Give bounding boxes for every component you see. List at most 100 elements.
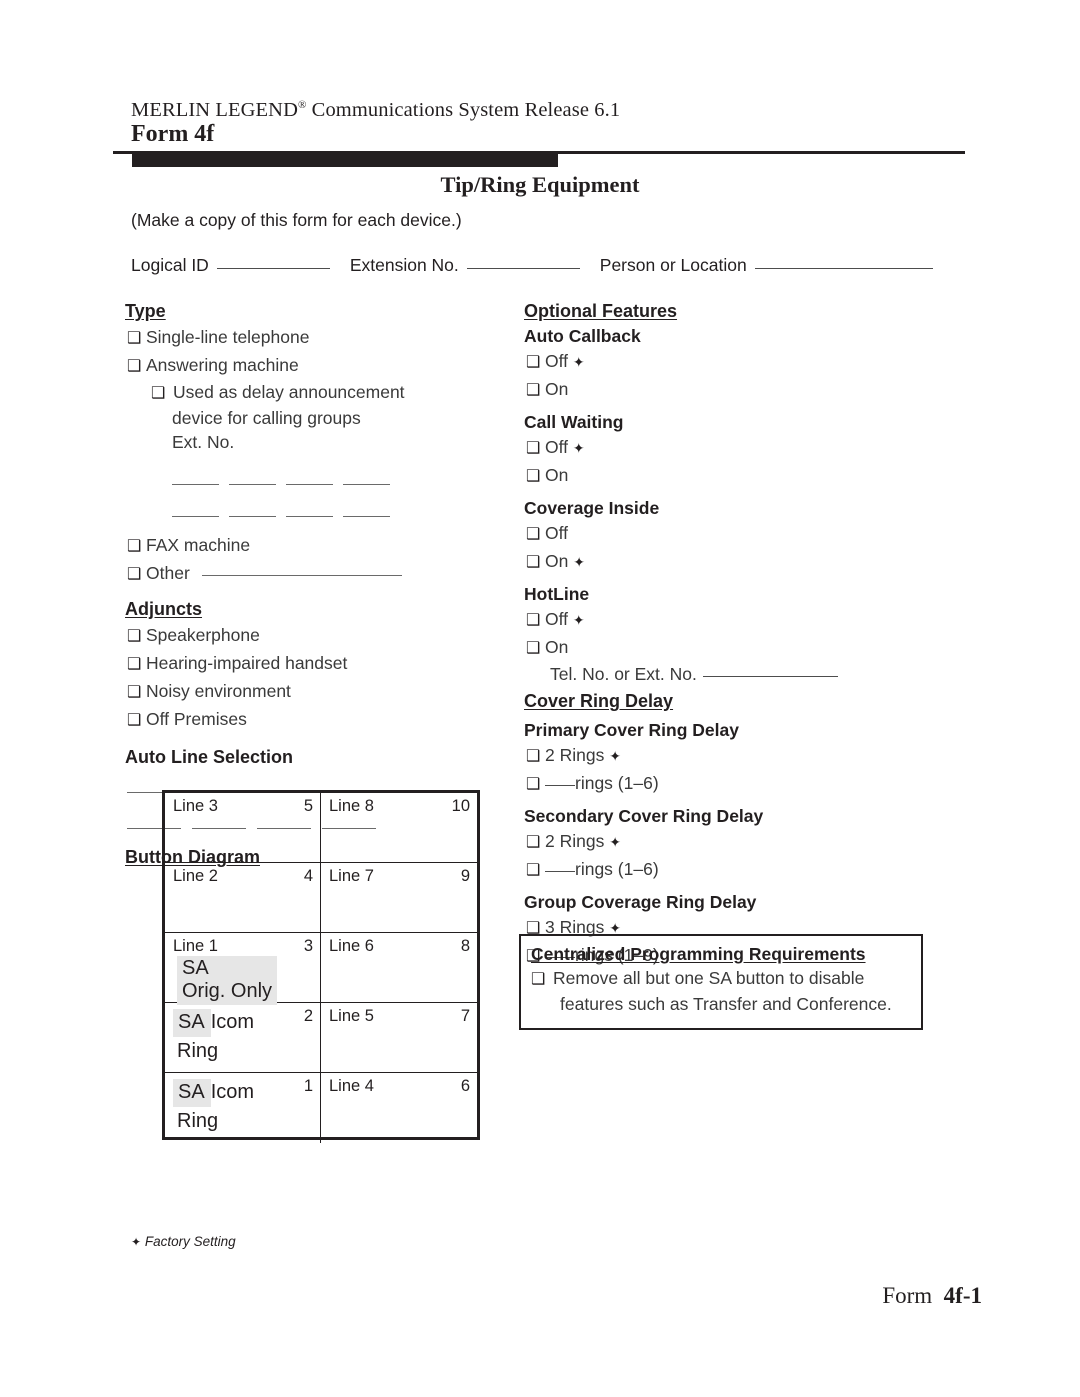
checkbox-icon[interactable]: ❑	[151, 381, 173, 406]
checkbox-row-delay-announcement[interactable]: ❑ Used as delay announcement	[151, 380, 525, 406]
call-waiting-heading: Call Waiting	[524, 412, 624, 432]
ext-no-blank-row-1	[172, 470, 525, 492]
button-cell-3-sa-orig-only[interactable]: Line 1 3 SA Orig. Only	[165, 933, 321, 1005]
button-diagram-table: Line 3 5 Line 8 10 Line 2 4 Line 7 9 Lin…	[162, 790, 480, 1143]
button-cell-1-sa-icom-ring[interactable]: 1 SA Icom Ring	[165, 1073, 321, 1143]
option-label: rings (1–6)	[575, 859, 659, 879]
checkbox-icon[interactable]: ❑	[526, 830, 545, 856]
button-cell-5[interactable]: Line 3 5	[165, 793, 321, 862]
factory-setting-icon: ✦	[572, 612, 585, 628]
system-release-rest: Communications System Release 6.1	[306, 99, 621, 121]
centralized-programming-heading: Centralized Programming Requirements	[531, 944, 866, 964]
button-cell-8[interactable]: Line 6 8	[321, 933, 477, 1002]
checkbox-row-secondary-custom-rings[interactable]: ❑ rings (1–6)	[526, 856, 944, 884]
checkbox-row-noisy-environment[interactable]: ❑ Noisy environment	[127, 678, 525, 706]
option-label: Other	[146, 563, 190, 583]
button-number: 3	[303, 937, 313, 955]
checkbox-icon[interactable]: ❑	[127, 562, 146, 588]
sa-badge: SA	[173, 1079, 211, 1107]
ext-no-blank[interactable]	[172, 484, 219, 485]
checkbox-icon[interactable]: ❑	[127, 354, 146, 380]
auto-callback-heading: Auto Callback	[524, 326, 641, 346]
ext-no-blank-row-2	[172, 502, 525, 524]
factory-setting-icon: ✦	[572, 440, 585, 456]
checkbox-icon[interactable]: ❑	[526, 858, 545, 884]
button-cell-7[interactable]: Line 5 7	[321, 1003, 477, 1072]
extension-no-input[interactable]	[466, 268, 580, 269]
button-cell-4[interactable]: Line 2 4	[165, 863, 321, 932]
button-cell-2-sa-icom-ring[interactable]: 2 SA Icom Ring	[165, 1003, 321, 1072]
checkbox-row-auto-callback-off[interactable]: ❑ Off ✦	[526, 348, 944, 376]
checkbox-icon[interactable]: ❑	[526, 464, 545, 490]
checkbox-icon[interactable]: ❑	[526, 744, 545, 770]
logical-id-input[interactable]	[216, 268, 330, 269]
checkbox-row-call-waiting-off[interactable]: ❑ Off ✦	[526, 434, 944, 462]
primary-rings-input[interactable]	[545, 785, 575, 786]
ext-no-blank[interactable]	[343, 516, 390, 517]
checkbox-row-coverage-inside-on[interactable]: ❑ On ✦	[526, 548, 944, 576]
checkbox-icon[interactable]: ❑	[127, 708, 146, 734]
checkbox-row-hotline-on[interactable]: ❑ On	[526, 634, 944, 662]
checkbox-row-other[interactable]: ❑ Other	[127, 560, 525, 588]
checkbox-icon[interactable]: ❑	[526, 608, 545, 634]
auto-line-selection-heading: Auto Line Selection	[125, 747, 294, 767]
group-coverage-ring-delay-heading: Group Coverage Ring Delay	[524, 892, 757, 912]
button-label: Line 3	[173, 797, 218, 815]
person-location-input[interactable]	[754, 268, 933, 269]
button-cell-9[interactable]: Line 7 9	[321, 863, 477, 932]
checkbox-icon[interactable]: ❑	[127, 624, 146, 650]
checkbox-icon[interactable]: ❑	[531, 968, 553, 992]
checkbox-row-auto-callback-on[interactable]: ❑ On	[526, 376, 944, 404]
ext-no-blank[interactable]	[286, 484, 333, 485]
ext-no-blank[interactable]	[286, 516, 333, 517]
checkbox-row-secondary-2-rings[interactable]: ❑ 2 Rings ✦	[526, 828, 944, 856]
other-input[interactable]	[201, 575, 402, 576]
checkbox-row-off-premises[interactable]: ❑ Off Premises	[127, 706, 525, 734]
checkbox-icon[interactable]: ❑	[526, 378, 545, 404]
factory-setting-text: Factory Setting	[144, 1234, 236, 1249]
checkbox-icon[interactable]: ❑	[127, 326, 146, 352]
button-cell-6[interactable]: Line 4 6	[321, 1073, 477, 1143]
checkbox-row-hotline-off[interactable]: ❑ Off ✦	[526, 606, 944, 634]
button-cell-10[interactable]: Line 8 10	[321, 793, 477, 862]
checkbox-row-coverage-inside-off[interactable]: ❑ Off	[526, 520, 944, 548]
identification-line: Logical ID Extension No. Person or Locatio…	[131, 255, 951, 276]
ext-no-blank[interactable]	[229, 484, 276, 485]
option-label: Off	[545, 609, 569, 629]
system-name: MERLIN LEGEND	[131, 99, 298, 121]
checkbox-row-answering-machine[interactable]: ❑ Answering machine	[127, 352, 525, 380]
hotline-tel-row: Tel. No. or Ext. No.	[550, 662, 944, 686]
checkbox-row-single-line-telephone[interactable]: ❑ Single-line telephone	[127, 324, 525, 352]
instruction-text: (Make a copy of this form for each devic…	[131, 210, 462, 230]
checkbox-icon[interactable]: ❑	[127, 534, 146, 560]
checkbox-icon[interactable]: ❑	[526, 350, 545, 376]
hotline-tel-input[interactable]	[702, 676, 838, 677]
checkbox-row-remove-sa-buttons[interactable]: ❑ Remove all but one SA button to disable…	[531, 966, 911, 1016]
option-label: On	[545, 551, 569, 571]
checkbox-row-fax-machine[interactable]: ❑ FAX machine	[127, 532, 525, 560]
checkbox-row-primary-custom-rings[interactable]: ❑ rings (1–6)	[526, 770, 944, 798]
checkbox-icon[interactable]: ❑	[526, 772, 545, 798]
hotline-heading: HotLine	[524, 584, 590, 604]
checkbox-row-speakerphone[interactable]: ❑ Speakerphone	[127, 622, 525, 650]
checkbox-row-call-waiting-on[interactable]: ❑ On	[526, 462, 944, 490]
option-label: Noisy environment	[146, 681, 291, 701]
ext-no-blank[interactable]	[343, 484, 390, 485]
checkbox-icon[interactable]: ❑	[127, 680, 146, 706]
secondary-rings-input[interactable]	[545, 871, 575, 872]
primary-cover-ring-delay-heading: Primary Cover Ring Delay	[524, 720, 739, 740]
checkbox-icon[interactable]: ❑	[127, 652, 146, 678]
option-label: On	[545, 379, 569, 399]
footer-form-number: Form 4f-1	[882, 1283, 982, 1309]
checkbox-icon[interactable]: ❑	[526, 636, 545, 662]
option-label: Hearing-impaired handset	[146, 653, 348, 673]
checkbox-icon[interactable]: ❑	[526, 436, 545, 462]
checkbox-icon[interactable]: ❑	[526, 522, 545, 548]
footer-form-word: Form	[882, 1283, 933, 1308]
person-location-label: Person or Location	[599, 255, 747, 275]
ext-no-blank[interactable]	[172, 516, 219, 517]
checkbox-row-hearing-impaired-handset[interactable]: ❑ Hearing-impaired handset	[127, 650, 525, 678]
checkbox-icon[interactable]: ❑	[526, 550, 545, 576]
ext-no-blank[interactable]	[229, 516, 276, 517]
checkbox-row-primary-2-rings[interactable]: ❑ 2 Rings ✦	[526, 742, 944, 770]
